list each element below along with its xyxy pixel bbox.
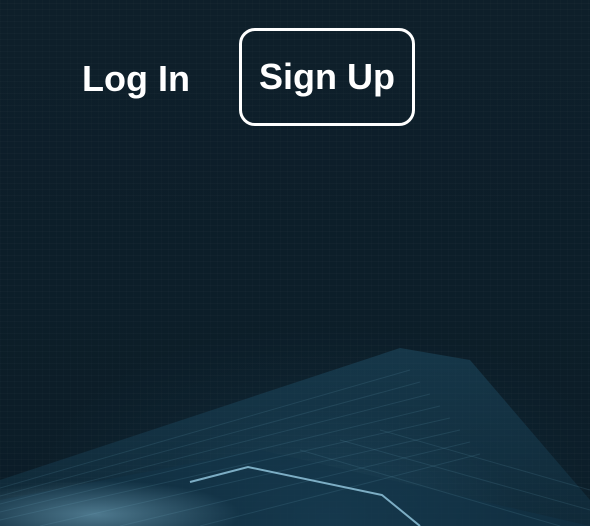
auth-nav: Log In Sign Up <box>82 28 415 126</box>
login-link[interactable]: Log In <box>82 61 190 97</box>
wireframe-terrain-graphic <box>0 348 590 526</box>
signup-button[interactable]: Sign Up <box>238 28 415 126</box>
hero-background: Log In Sign Up <box>0 0 590 526</box>
terrain-highlight <box>0 450 320 526</box>
